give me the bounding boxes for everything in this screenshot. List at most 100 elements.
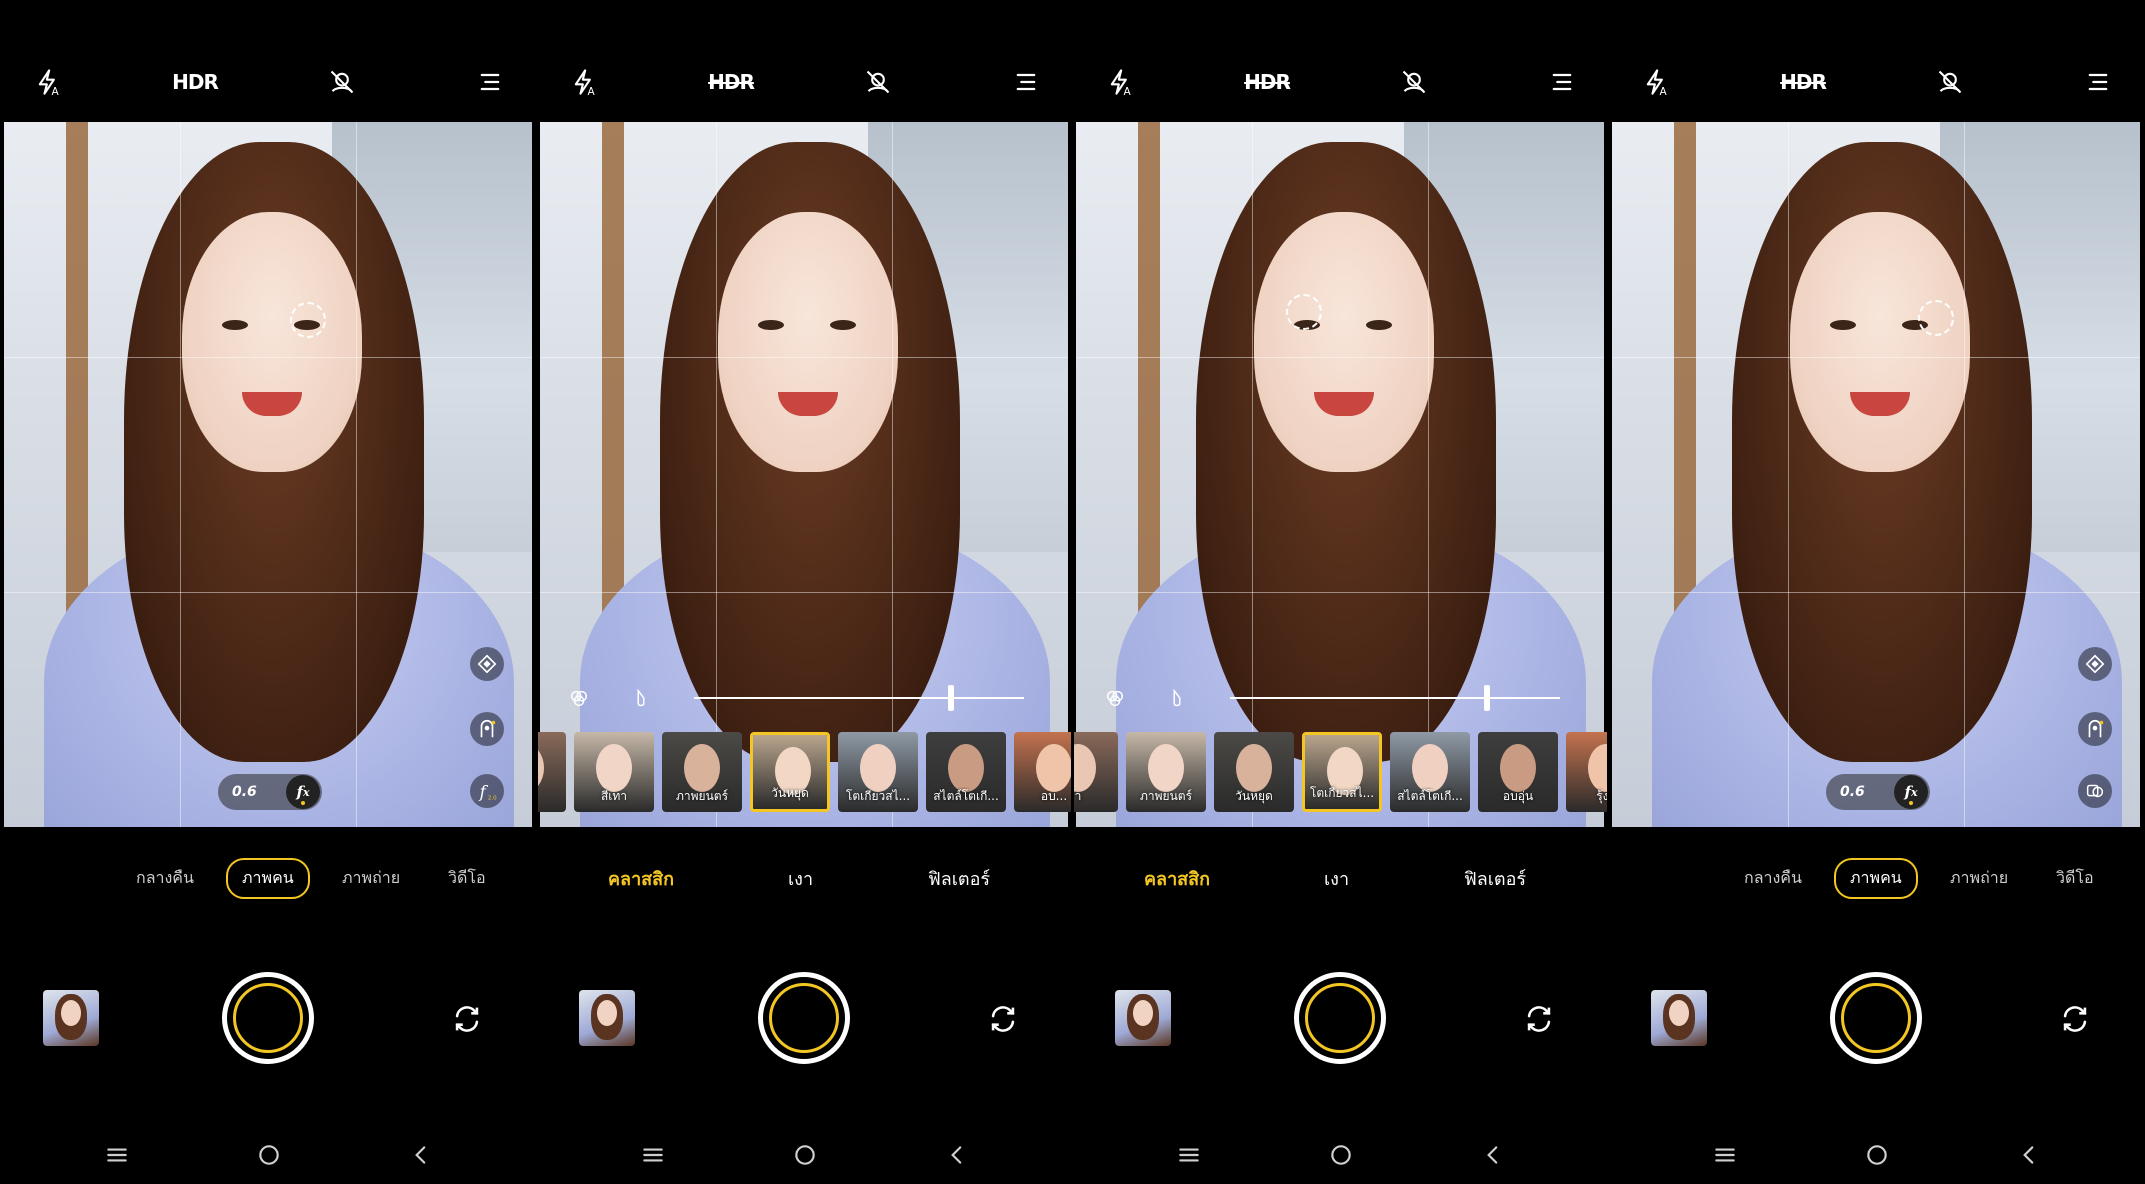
- mode-tab[interactable]: ภาพคน: [226, 858, 310, 899]
- portrait-light-button[interactable]: [2078, 712, 2112, 746]
- slider-track[interactable]: [694, 697, 1024, 699]
- portrait-light-button[interactable]: [470, 712, 504, 746]
- switch-camera-icon: [455, 1006, 479, 1032]
- shutter-button[interactable]: [1830, 972, 1922, 1064]
- bokeh-button[interactable]: [2078, 774, 2112, 808]
- filter-thumbnail[interactable]: สไตล์โตเกี...: [1390, 732, 1470, 812]
- filter-thumbnail[interactable]: โก: [538, 732, 566, 812]
- switch-camera-button[interactable]: [450, 1002, 484, 1036]
- filter-category-tab[interactable]: คลาสสิก: [608, 864, 674, 893]
- flash-button[interactable]: A: [1100, 62, 1140, 102]
- aperture-button[interactable]: f 2.0: [470, 774, 504, 808]
- mode-tab[interactable]: กลางคืน: [136, 866, 194, 891]
- filter-thumbnail[interactable]: วันหยุด: [750, 732, 830, 812]
- beauty-button[interactable]: [1394, 62, 1434, 102]
- filter-thumbnail[interactable]: า: [1074, 732, 1118, 812]
- home-button[interactable]: [254, 1140, 284, 1170]
- svg-text:A: A: [1660, 86, 1668, 96]
- slider-handle[interactable]: [1484, 685, 1491, 711]
- settings-menu-button[interactable]: [470, 62, 510, 102]
- home-button[interactable]: [790, 1140, 820, 1170]
- filter-compare-button[interactable]: [562, 681, 596, 715]
- shutter-button[interactable]: [758, 972, 850, 1064]
- back-button[interactable]: [942, 1140, 972, 1170]
- viewfinder[interactable]: [540, 122, 1068, 827]
- settings-menu-button[interactable]: [1542, 62, 1582, 102]
- beauty-button[interactable]: [322, 62, 362, 102]
- flash-button[interactable]: A: [564, 62, 604, 102]
- flash-button[interactable]: A: [1636, 62, 1676, 102]
- switch-camera-button[interactable]: [986, 1002, 1020, 1036]
- filter-category-tab[interactable]: เงา: [788, 864, 813, 893]
- slider-handle[interactable]: [948, 685, 955, 711]
- home-button[interactable]: [1326, 1140, 1356, 1170]
- filter-intensity-slider[interactable]: [538, 680, 1071, 716]
- mode-tab[interactable]: วิดีโอ: [448, 866, 486, 891]
- recent-apps-button[interactable]: [1174, 1140, 1204, 1170]
- filter-thumbnail[interactable]: สไตล์โตเกี...: [926, 732, 1006, 812]
- hdr-button[interactable]: HDR: [172, 62, 219, 102]
- filter-category-tab[interactable]: เงา: [1324, 864, 1349, 893]
- viewfinder[interactable]: f 2.0 0.6 f x: [4, 122, 532, 827]
- settings-menu-button[interactable]: [2078, 62, 2118, 102]
- filter-thumbnail[interactable]: อบ...: [1014, 732, 1071, 812]
- filter-category-tab[interactable]: ฟิลเตอร์: [928, 864, 990, 893]
- switch-camera-button[interactable]: [1522, 1002, 1556, 1036]
- recent-apps-button[interactable]: [638, 1140, 668, 1170]
- switch-camera-button[interactable]: [2058, 1002, 2092, 1036]
- filter-thumbnail[interactable]: อบอุ่น: [1478, 732, 1558, 812]
- filter-thumbnail[interactable]: ภาพยนตร์: [1126, 732, 1206, 812]
- mode-tab[interactable]: วิดีโอ: [2056, 866, 2094, 891]
- flash-button[interactable]: A: [28, 62, 68, 102]
- filter-intensity-slider[interactable]: [1074, 680, 1607, 716]
- hdr-button[interactable]: HDR: [1244, 62, 1291, 102]
- gallery-thumbnail[interactable]: [579, 990, 635, 1046]
- filter-thumbnail[interactable]: วันหยุด: [1214, 732, 1294, 812]
- hdr-button[interactable]: HDR: [708, 62, 755, 102]
- home-button[interactable]: [1862, 1140, 1892, 1170]
- aperture-fx-button[interactable]: fx: [1894, 775, 1928, 809]
- viewfinder[interactable]: [1076, 122, 1604, 827]
- mode-selector[interactable]: กลางคืน ภาพคน ภาพถ่าย วิดีโอ: [1610, 858, 2143, 899]
- gallery-thumbnail[interactable]: [1651, 990, 1707, 1046]
- filter-thumbnail[interactable]: โตเกียวสไ...: [838, 732, 918, 812]
- gallery-thumbnail[interactable]: [43, 990, 99, 1046]
- back-button[interactable]: [1478, 1140, 1508, 1170]
- aperture-fx-button[interactable]: fx: [286, 775, 320, 809]
- lighting-effect-button[interactable]: [470, 647, 504, 681]
- aperture-control[interactable]: 0.6 f x: [218, 774, 322, 810]
- mode-tab[interactable]: กลางคืน: [1744, 866, 1802, 891]
- recent-apps-button[interactable]: [102, 1140, 132, 1170]
- mode-selector[interactable]: กลางคืน ภาพคน ภาพถ่าย วิดีโอ: [2, 858, 535, 899]
- filter-thumbnail-strip[interactable]: า ภาพยนตร์ วันหยุด โตเกียวสไ... สไตล์โตเกี..…: [1074, 732, 1607, 814]
- slider-track[interactable]: [1230, 697, 1560, 699]
- back-button[interactable]: [2014, 1140, 2044, 1170]
- filter-thumbnail[interactable]: สีเทา: [574, 732, 654, 812]
- mode-tab[interactable]: ภาพคน: [1834, 858, 1918, 899]
- hdr-button[interactable]: HDR: [1780, 62, 1827, 102]
- filter-compare-button[interactable]: [1098, 681, 1132, 715]
- mode-tab[interactable]: ภาพถ่าย: [342, 866, 400, 891]
- filter-label: ภาพยนตร์: [675, 789, 729, 803]
- mode-tab[interactable]: ภาพถ่าย: [1950, 866, 2008, 891]
- filter-thumbnail[interactable]: รุ้งก: [1566, 732, 1607, 812]
- lighting-effect-button[interactable]: [2078, 647, 2112, 681]
- gallery-thumbnail[interactable]: [1115, 990, 1171, 1046]
- filter-category-tab[interactable]: คลาสสิก: [1144, 864, 1210, 893]
- filter-thumbnail-strip[interactable]: โก สีเทา ภาพยนตร์ วันหยุด โตเกียวสไ... สไตล์โ…: [538, 732, 1071, 814]
- mode-selector[interactable]: คลาสสิก เงา ฟิลเตอร์: [538, 858, 1071, 898]
- viewfinder[interactable]: 0.6 f x: [1612, 122, 2140, 827]
- mode-selector[interactable]: คลาสสิก เงา ฟิลเตอร์: [1074, 858, 1607, 898]
- color-circles-icon: [570, 690, 588, 707]
- shutter-button[interactable]: [1294, 972, 1386, 1064]
- recent-apps-button[interactable]: [1710, 1140, 1740, 1170]
- back-button[interactable]: [406, 1140, 436, 1170]
- beauty-button[interactable]: [1930, 62, 1970, 102]
- filter-thumbnail[interactable]: โตเกียวสไ...: [1302, 732, 1382, 812]
- filter-category-tab[interactable]: ฟิลเตอร์: [1464, 864, 1526, 893]
- settings-menu-button[interactable]: [1006, 62, 1046, 102]
- shutter-button[interactable]: [222, 972, 314, 1064]
- aperture-control[interactable]: 0.6 f x: [1826, 774, 1930, 810]
- filter-thumbnail[interactable]: ภาพยนตร์: [662, 732, 742, 812]
- beauty-button[interactable]: [858, 62, 898, 102]
